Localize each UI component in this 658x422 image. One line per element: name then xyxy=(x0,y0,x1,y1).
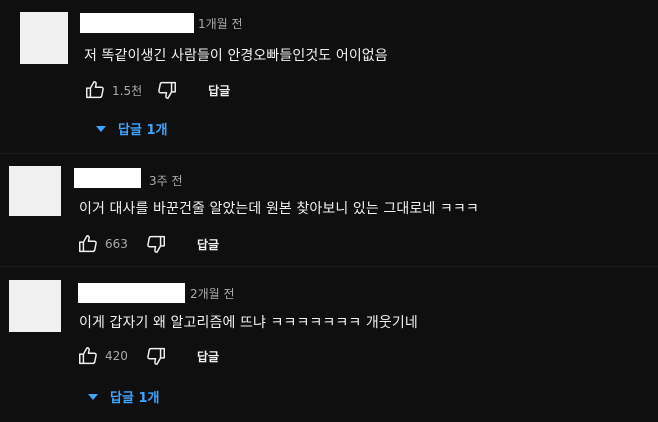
like-count: 420 xyxy=(105,349,128,363)
thumbs-down-icon[interactable] xyxy=(156,79,178,101)
reply-button[interactable]: 답글 xyxy=(197,348,219,365)
thumbs-up-icon[interactable] xyxy=(84,79,106,101)
thumbs-down-icon[interactable] xyxy=(145,345,167,367)
view-replies-button[interactable]: 답글 1개 xyxy=(88,387,159,406)
divider xyxy=(0,266,658,267)
caret-down-icon xyxy=(88,393,98,400)
divider xyxy=(0,153,658,154)
reply-button[interactable]: 답글 xyxy=(208,82,230,99)
avatar[interactable] xyxy=(9,166,61,216)
reply-button[interactable]: 답글 xyxy=(197,236,219,253)
comment-timestamp[interactable]: 3주 전 xyxy=(149,172,183,189)
comment-text: 이거 대사를 바꾼건줄 알았는데 원본 찾아보니 있는 그대로네 ㅋㅋㅋ xyxy=(79,201,479,217)
author-name-redacted[interactable] xyxy=(80,13,194,33)
like-count: 663 xyxy=(105,237,128,251)
comment-text: 이게 갑자기 왜 알고리즘에 뜨냐 ㅋㅋㅋㅋㅋㅋㅋ 개웃기네 xyxy=(79,315,418,331)
comment-actions: 1.5천 답글 xyxy=(84,78,230,102)
comment-actions: 420 답글 xyxy=(77,344,219,368)
avatar[interactable] xyxy=(9,280,61,332)
comment-timestamp[interactable]: 1개월 전 xyxy=(198,15,243,32)
thumbs-up-icon[interactable] xyxy=(77,345,99,367)
comment-text: 저 똑같이생긴 사람들이 안경오빠들인것도 어이없음 xyxy=(84,48,388,64)
comment-actions: 663 답글 xyxy=(77,232,219,256)
thumbs-up-icon[interactable] xyxy=(77,233,99,255)
avatar[interactable] xyxy=(20,12,68,64)
like-count: 1.5천 xyxy=(112,83,143,98)
view-replies-label: 답글 1개 xyxy=(118,123,168,138)
author-name-redacted[interactable] xyxy=(74,168,141,188)
caret-down-icon xyxy=(96,125,106,132)
view-replies-label: 답글 1개 xyxy=(110,391,160,406)
comment-timestamp[interactable]: 2개월 전 xyxy=(190,285,235,302)
view-replies-button[interactable]: 답글 1개 xyxy=(96,119,167,138)
thumbs-down-icon[interactable] xyxy=(145,233,167,255)
author-name-redacted[interactable] xyxy=(78,283,185,303)
